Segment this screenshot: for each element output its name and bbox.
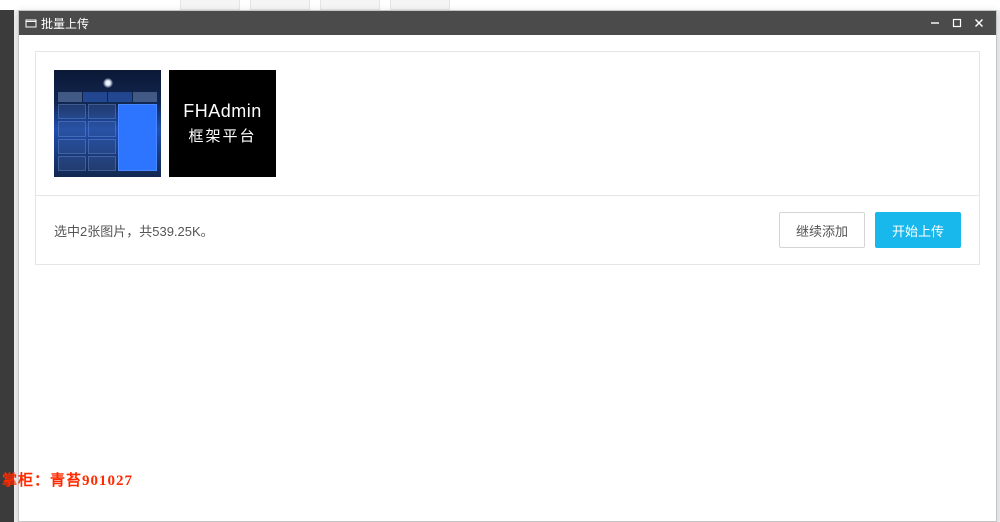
watermark: 掌柜：青苔901027: [2, 469, 133, 490]
modal-titlebar: 批量上传: [19, 11, 996, 35]
upload-modal: 批量上传: [18, 10, 997, 522]
close-button[interactable]: [968, 12, 990, 34]
watermark-label: 掌柜：: [2, 473, 50, 489]
upload-thumbnail[interactable]: [54, 70, 161, 177]
thumbnail-list: FHAdmin 框架平台: [36, 52, 979, 195]
modal-title: 批量上传: [41, 15, 89, 32]
maximize-button[interactable]: [946, 12, 968, 34]
bg-toolbar-row: [0, 0, 1000, 10]
continue-add-button[interactable]: 继续添加: [779, 212, 865, 248]
thumb-text-line1: FHAdmin: [183, 101, 262, 122]
start-upload-button[interactable]: 开始上传: [875, 212, 961, 248]
upload-panel: FHAdmin 框架平台 选中2张图片，共539.25K。 继续添加 开始上传: [35, 51, 980, 265]
minimize-button[interactable]: [924, 12, 946, 34]
upload-status-bar: 选中2张图片，共539.25K。 继续添加 开始上传: [36, 195, 979, 264]
watermark-value: 青苔901027: [50, 473, 133, 489]
modal-body: FHAdmin 框架平台 选中2张图片，共539.25K。 继续添加 开始上传: [19, 35, 996, 521]
thumb-text-line2: 框架平台: [188, 125, 256, 146]
bg-left-strip: [0, 0, 14, 522]
window-icon: [25, 17, 37, 29]
upload-thumbnail[interactable]: FHAdmin 框架平台: [169, 70, 276, 177]
status-text: 选中2张图片，共539.25K。: [54, 221, 214, 240]
